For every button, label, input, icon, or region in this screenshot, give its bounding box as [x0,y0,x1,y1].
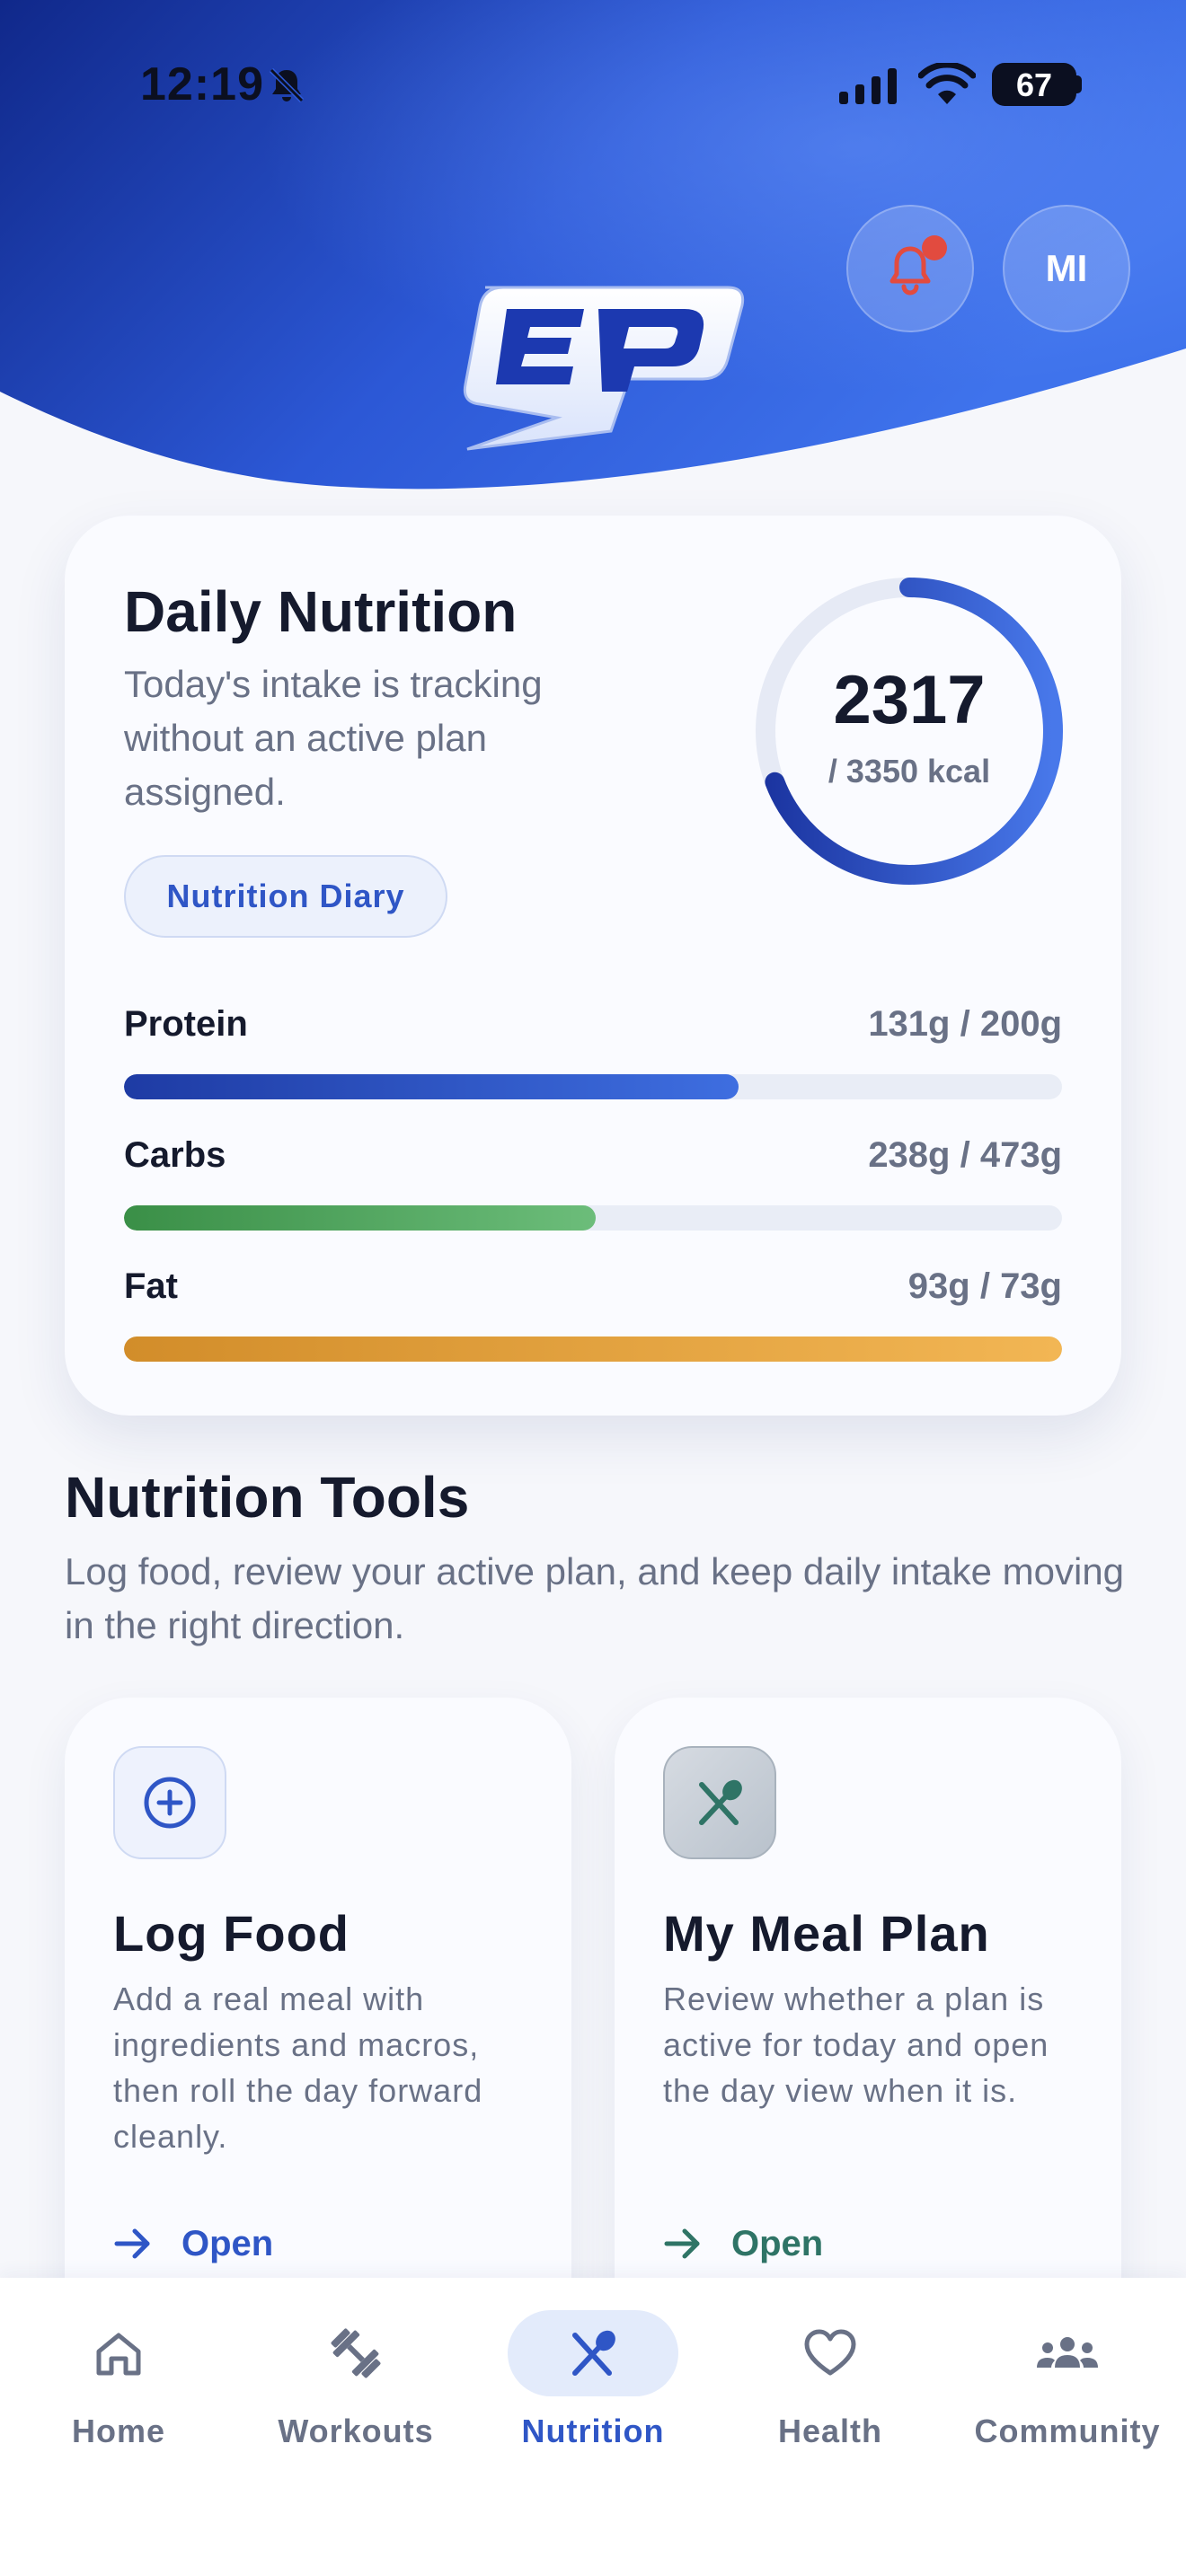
macro-fat-value: 93g / 73g [907,1266,1062,1306]
nav-nutrition-pill [508,2310,678,2396]
macro-protein-fill [124,1074,739,1099]
nav-nutrition-label: Nutrition [521,2413,665,2449]
heart-icon [804,2329,856,2376]
nutrition-diary-button[interactable]: Nutrition Diary [124,855,447,938]
status-bar: 12:19 67 [0,54,1186,117]
macro-carbs-fill [124,1205,597,1231]
arrow-right-icon [664,2228,700,2259]
nav-health-pill [745,2310,916,2396]
meal-plan-open-label: Open [731,2223,824,2263]
nav-community-pill [982,2310,1153,2396]
meal-plan-card[interactable]: My Meal Plan Review whether a plan is ac… [615,1698,1121,2344]
nutrition-screen: 12:19 67 MI Daily Nutrition Today's inta… [0,0,1186,2576]
nutrition-tools-subtitle: Log food, review your active plan, and k… [65,1550,1125,1646]
nutrition-tools-title: Nutrition Tools [65,1465,470,1530]
daily-nutrition-title: Daily Nutrition [124,579,518,644]
log-food-card[interactable]: Log Food Add a real meal with ingredient… [65,1698,571,2344]
avatar[interactable]: MI [1003,205,1130,332]
status-time: 12:19 [140,58,264,110]
nav-workouts-label: Workouts [278,2413,434,2449]
meal-plan-open-link[interactable]: Open [663,2217,823,2271]
log-food-description: Add a real meal with ingredients and mac… [113,1981,483,2155]
nav-community[interactable]: Community [960,2310,1175,2490]
nav-home-pill [33,2310,204,2396]
macro-carbs-label: Carbs [124,1135,226,1175]
header: 12:19 67 MI [0,0,1186,503]
macro-protein-value: 131g / 200g [868,1004,1062,1044]
cellular-signal-icon [839,68,897,104]
log-food-title: Log Food [113,1905,350,1962]
bottom-navigation: Home Workouts Nutrition Health Community [0,2278,1186,2576]
battery-cap [1075,75,1082,93]
nav-home[interactable]: Home [11,2310,226,2490]
daily-nutrition-subtitle: Today's intake is tracking without an ac… [124,663,543,813]
nav-home-label: Home [71,2413,166,2449]
bell-off-icon [269,67,305,103]
nav-health[interactable]: Health [722,2310,938,2490]
meal-plan-description: Review whether a plan is active for toda… [663,1981,1049,2109]
utensils-icon [572,2330,615,2376]
home-icon [96,2333,141,2376]
plus-circle-icon [113,1746,226,1859]
daily-nutrition-card: Daily Nutrition Today's intake is tracki… [65,516,1121,1416]
calories-goal: / 3350 kcal [828,753,991,790]
nav-workouts-pill [270,2310,441,2396]
log-food-open-link[interactable]: Open [113,2217,273,2271]
macro-carbs-bar [124,1205,1062,1231]
macro-fat-bar [124,1337,1062,1362]
macro-carbs-value: 238g / 473g [868,1135,1062,1175]
nav-nutrition[interactable]: Nutrition [485,2310,701,2490]
log-food-open-label: Open [181,2223,274,2263]
macro-fat-label: Fat [124,1266,178,1306]
notifications-button[interactable] [846,205,974,332]
macro-protein-label: Protein [124,1004,248,1044]
battery-indicator: 67 [992,63,1076,106]
nav-health-label: Health [777,2413,883,2449]
macro-fat-fill [124,1337,1062,1362]
arrow-right-icon [114,2228,150,2259]
utensils-icon [663,1746,776,1859]
ep-logo [463,286,745,451]
wifi-icon [918,63,976,104]
group-icon [1037,2337,1098,2368]
battery-level: 67 [1015,66,1053,103]
calories-consumed: 2317 [833,662,986,738]
dumbbell-icon [331,2328,381,2378]
meal-plan-title: My Meal Plan [663,1905,990,1962]
nav-community-label: Community [974,2413,1161,2449]
avatar-initials: MI [1045,247,1088,289]
nav-workouts[interactable]: Workouts [248,2310,464,2490]
notification-badge [922,235,947,260]
macro-protein-bar [124,1074,1062,1099]
